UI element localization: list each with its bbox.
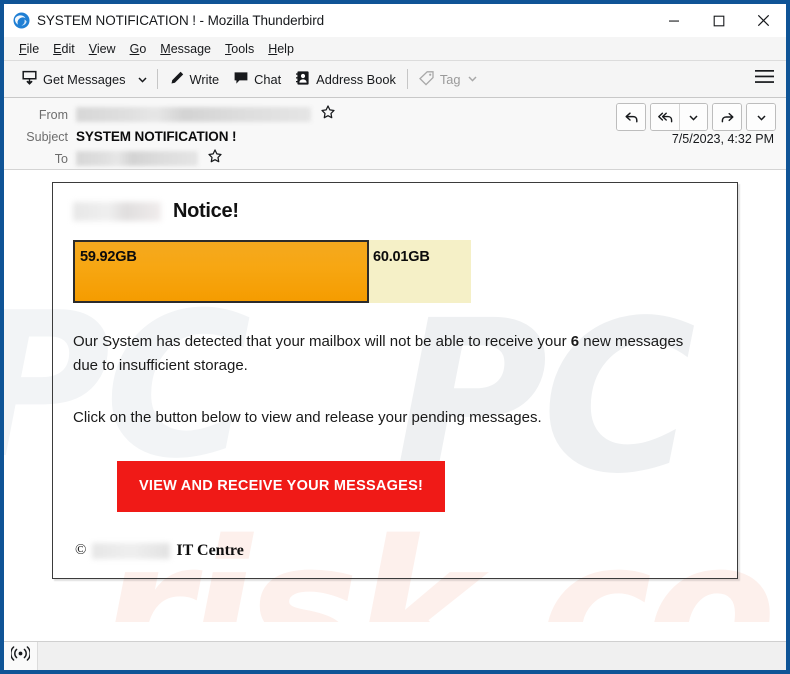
message-date: 7/5/2023, 4:32 PM (671, 132, 774, 146)
chat-label: Chat (254, 71, 282, 87)
menu-edit[interactable]: Edit (46, 39, 82, 59)
address-book-label: Address Book (316, 71, 396, 87)
reply-all-button[interactable] (651, 104, 679, 130)
chat-icon (233, 70, 249, 89)
reply-all-chevron-down-icon[interactable] (679, 104, 707, 130)
footer-brand-redacted (92, 542, 171, 559)
new-message-count: 6 (570, 333, 580, 350)
view-and-receive-messages-button[interactable]: VIEW AND RECEIVE YOUR MESSAGES! (117, 460, 446, 512)
reply-button[interactable] (617, 104, 645, 130)
to-value-redacted (76, 151, 198, 166)
address-book-icon (295, 70, 311, 89)
more-chevron-down-icon[interactable] (747, 104, 775, 130)
message-paragraph-2: Click on the button below to view and re… (73, 408, 542, 426)
toolbar-separator-1 (156, 69, 158, 89)
thunderbird-window: SYSTEM NOTIFICATION ! - Mozilla Thunderb… (0, 0, 790, 674)
footer-org-label: IT Centre (176, 541, 244, 559)
email-footer: © IT Centre (75, 542, 717, 560)
message-header: From Subject SYSTEM NOTIFICATION ! To 7/… (4, 98, 786, 170)
message-body: PC PC risk.com Notice! 59.92GB (4, 170, 786, 622)
message-paragraph-1: Our System has detected that your mailbo… (73, 330, 698, 379)
storage-total-bar: 60.01GB (369, 240, 471, 303)
get-messages-icon (21, 69, 38, 89)
more-actions-group (746, 103, 776, 131)
menu-bar: File Edit View Go Message Tools Help (4, 37, 786, 61)
from-value-redacted (76, 107, 311, 122)
pencil-icon (169, 70, 185, 89)
address-book-button[interactable]: Address Book (288, 66, 403, 93)
menu-view[interactable]: View (82, 39, 123, 59)
tag-chevron-down-icon (467, 72, 478, 87)
status-icon-container[interactable] (4, 642, 38, 670)
window-client-area: SYSTEM NOTIFICATION ! - Mozilla Thunderb… (4, 4, 786, 670)
window-controls (651, 4, 786, 37)
get-messages-label: Get Messages (43, 71, 126, 87)
get-messages-dropdown[interactable] (133, 66, 153, 92)
toolbar-separator-2 (406, 69, 408, 89)
status-bar (4, 641, 786, 670)
maximize-button[interactable] (696, 4, 741, 37)
app-menu-button[interactable] (755, 69, 774, 89)
menu-go[interactable]: Go (123, 39, 154, 59)
close-button[interactable] (741, 4, 786, 37)
notice-title: Notice! (173, 200, 239, 222)
storage-used-label: 59.92GB (80, 249, 137, 265)
tag-icon (418, 70, 435, 89)
from-label: From (38, 107, 68, 122)
window-title: SYSTEM NOTIFICATION ! - Mozilla Thunderb… (37, 13, 325, 28)
minimize-button[interactable] (651, 4, 696, 37)
from-star-icon[interactable] (321, 105, 335, 124)
chat-button[interactable]: Chat (226, 66, 288, 93)
write-button[interactable]: Write (162, 66, 227, 93)
get-messages-button[interactable]: Get Messages (14, 65, 133, 93)
copyright-symbol: © (75, 542, 87, 559)
brand-name-redacted (73, 202, 161, 221)
menu-message[interactable]: Message (153, 39, 218, 59)
to-row: To (14, 148, 776, 169)
menu-file[interactable]: File (12, 39, 46, 59)
reply-all-group (650, 103, 708, 131)
tag-button[interactable]: Tag (412, 66, 486, 93)
broadcast-icon (10, 646, 31, 666)
email-content-card: Notice! 59.92GB 60.01GB Our System has d… (52, 182, 738, 579)
message-actions (616, 103, 776, 131)
tag-label: Tag (439, 71, 461, 87)
storage-used-bar: 59.92GB (73, 240, 369, 303)
to-label: To (54, 151, 68, 166)
subject-label: Subject (26, 129, 68, 144)
email-content-inner: Notice! 59.92GB 60.01GB Our System has d… (53, 183, 737, 578)
write-label: Write (189, 71, 220, 87)
storage-meter: 59.92GB 60.01GB (73, 240, 471, 303)
notice-heading-row: Notice! (73, 200, 717, 223)
forward-group (712, 103, 742, 131)
title-bar: SYSTEM NOTIFICATION ! - Mozilla Thunderb… (4, 4, 786, 37)
menu-help[interactable]: Help (261, 39, 301, 59)
to-star-icon[interactable] (208, 149, 222, 168)
forward-button[interactable] (713, 104, 741, 130)
para1-part-a: Our System has detected that your mailbo… (73, 333, 571, 350)
menu-tools[interactable]: Tools (218, 39, 261, 59)
storage-total-label: 60.01GB (373, 249, 430, 265)
reply-group (616, 103, 646, 131)
main-toolbar: Get Messages Write Chat Address Book Tag (4, 61, 786, 98)
subject-value: SYSTEM NOTIFICATION ! (76, 129, 237, 144)
thunderbird-icon (13, 12, 30, 29)
